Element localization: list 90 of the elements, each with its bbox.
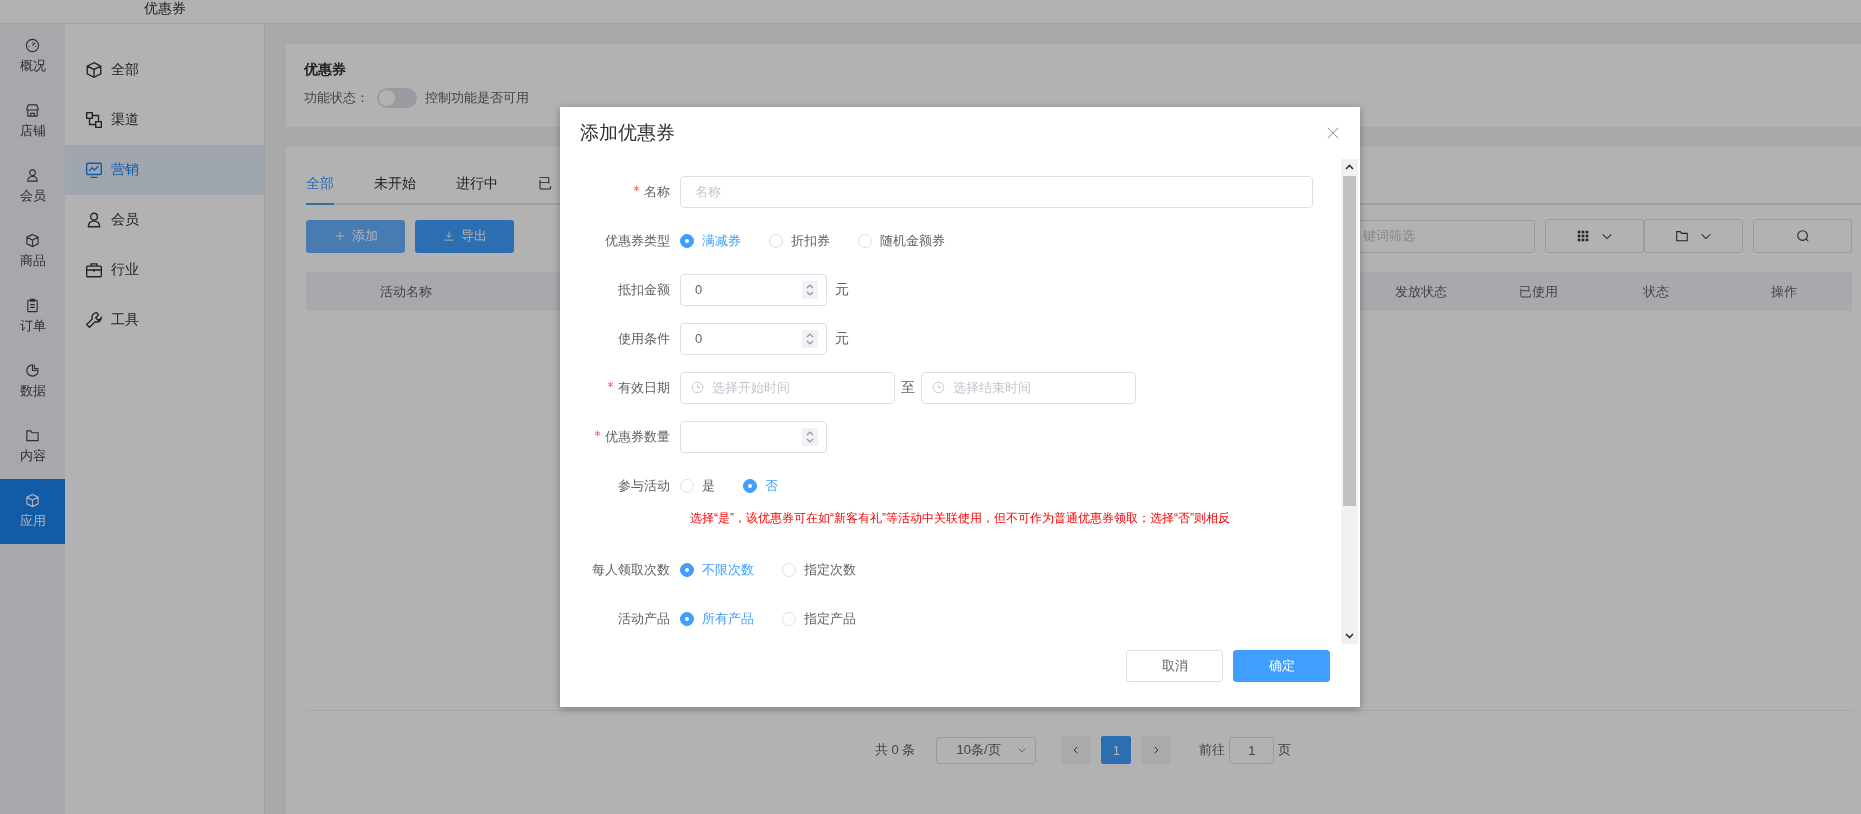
folder-dropdown[interactable] [1644, 219, 1743, 253]
cancel-button[interactable]: 取消 [1126, 650, 1223, 682]
rail-item[interactable]: 概况 [0, 24, 65, 89]
column-header: 活动名称 [379, 282, 433, 301]
total-count: 共 0 条 [875, 741, 916, 759]
name-field[interactable]: 名称 [680, 175, 1313, 208]
page-size-select[interactable]: 10条/页 [936, 736, 1037, 764]
required-asterisk-icon [633, 184, 640, 192]
pie-chart-icon [25, 363, 40, 378]
column-header: 状态 [1642, 282, 1670, 301]
spinner-icon [802, 329, 818, 348]
range-separator: 至 [901, 378, 915, 397]
rail-item[interactable]: 订单 [0, 284, 65, 349]
field-label: 参与活动 [618, 477, 670, 493]
sidebar-item[interactable]: 工具 [65, 295, 264, 345]
card-title: 优惠券 [304, 61, 347, 79]
rail-item[interactable]: 数据 [0, 349, 65, 414]
hint-text: 选择“是”，该优惠券可在如“新客有礼”等活动中关联使用，但不可作为普通优惠券领取；选择“否”则相反 [690, 510, 1230, 527]
number-field[interactable]: 0 [680, 322, 827, 355]
unit-label: 元 [835, 329, 849, 348]
briefcase-icon [85, 261, 103, 279]
page-suffix: 页 [1278, 741, 1292, 759]
toggle-switch[interactable] [377, 88, 417, 108]
search-icon [1795, 229, 1810, 243]
goto-label: 前往 [1199, 741, 1226, 759]
radio-option[interactable]: 随机金额券 [858, 231, 945, 250]
column-header: 发放状态 [1394, 282, 1448, 301]
box-icon [25, 233, 40, 248]
radio-option[interactable]: 指定产品 [782, 609, 856, 628]
clipboard-icon [25, 298, 40, 313]
field-label: 有效日期 [618, 379, 670, 395]
gauge-icon [25, 38, 40, 53]
download-icon [442, 230, 455, 242]
clock-icon [932, 381, 945, 394]
rail-item[interactable]: 应用 [0, 479, 65, 544]
number-field[interactable] [680, 420, 827, 453]
column-header: 已使用 [1518, 282, 1559, 301]
field-label: 活动产品 [618, 610, 670, 626]
close-icon[interactable] [1326, 126, 1340, 140]
required-asterisk-icon [607, 380, 614, 388]
switch-hint: 控制功能是否可用 [425, 89, 529, 107]
required-asterisk-icon [594, 429, 601, 437]
number-field[interactable]: 0 [680, 273, 827, 306]
tab[interactable]: 已 [538, 175, 552, 205]
radio-option[interactable]: 折扣券 [769, 231, 830, 250]
sidebar-item[interactable]: 会员 [65, 195, 264, 245]
view-dropdown[interactable] [1545, 219, 1644, 253]
spinner-icon [802, 427, 818, 446]
wrench-icon [85, 311, 103, 329]
chevron-down-icon [1017, 745, 1028, 755]
sidebar-item[interactable]: 全部 [65, 45, 264, 95]
shop-icon [25, 103, 40, 118]
goto-page-field[interactable]: 1 [1229, 736, 1275, 764]
tab[interactable]: 未开始 [374, 175, 416, 205]
scrollbar[interactable] [1341, 159, 1358, 644]
folder-icon [1674, 229, 1689, 243]
next-page-button[interactable] [1141, 736, 1172, 764]
rail-item[interactable]: 内容 [0, 414, 65, 479]
sidebar-item[interactable]: 行业 [65, 245, 264, 295]
plus-icon [333, 230, 346, 242]
search-button[interactable] [1753, 219, 1852, 253]
field-label: 使用条件 [618, 330, 670, 346]
header-subtitle: 优惠券 [144, 0, 186, 18]
rail-item[interactable]: 会员 [0, 154, 65, 219]
rail-item[interactable]: 商品 [0, 219, 65, 284]
tab[interactable]: 进行中 [456, 175, 498, 205]
column-header: 操作 [1770, 282, 1798, 301]
folder-icon [25, 428, 40, 443]
prev-page-button[interactable] [1061, 736, 1092, 764]
box-icon [25, 493, 40, 508]
nodes-icon [85, 111, 103, 129]
box-icon [85, 61, 103, 79]
field-label: 每人领取次数 [592, 561, 670, 577]
field-label: 优惠券数量 [605, 428, 670, 444]
user-icon [25, 168, 40, 183]
spinner-icon [802, 280, 818, 299]
grid-icon [1575, 229, 1590, 243]
rail-item[interactable]: 店铺 [0, 89, 65, 154]
clock-icon [691, 381, 704, 394]
unit-label: 元 [835, 280, 849, 299]
field-label: 名称 [644, 183, 670, 199]
dialog-title: 添加优惠券 [580, 121, 675, 145]
user-icon [85, 211, 103, 229]
field-label: 优惠券类型 [605, 232, 670, 248]
field-label: 抵扣金额 [618, 281, 670, 297]
chart-icon [85, 161, 103, 179]
sidebar-item[interactable]: 渠道 [65, 95, 264, 145]
radio-option[interactable]: 是 [680, 476, 715, 495]
status-label: 功能状态： [304, 89, 369, 107]
radio-option[interactable]: 指定次数 [782, 560, 856, 579]
